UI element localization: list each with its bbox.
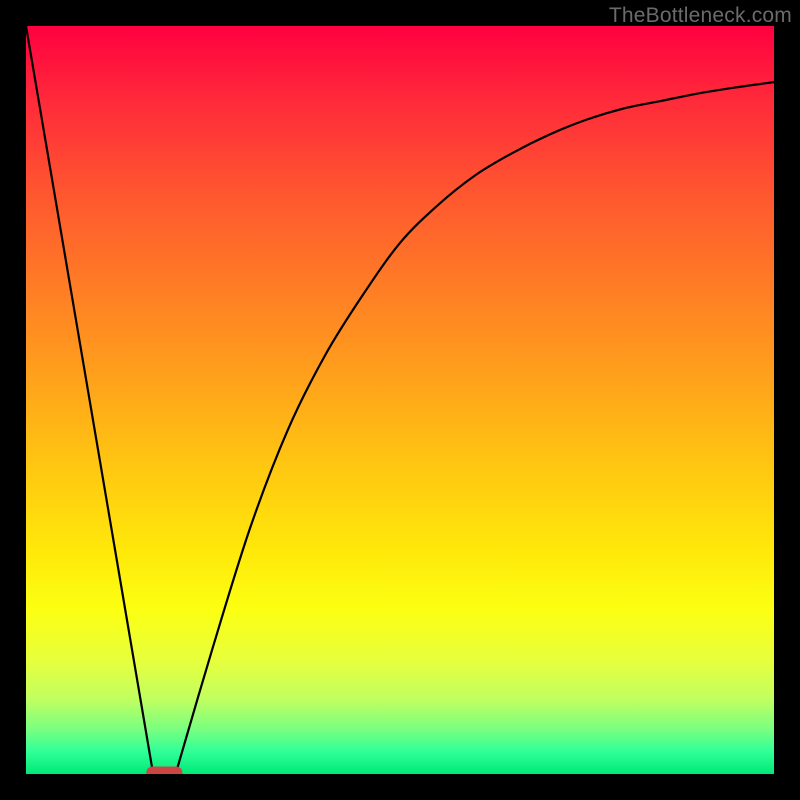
watermark-text: TheBottleneck.com xyxy=(609,4,792,28)
chart-plot-area xyxy=(26,26,774,774)
min-marker xyxy=(146,767,182,775)
right-curve-path xyxy=(176,82,774,774)
left-line-path xyxy=(26,26,153,774)
chart-frame: TheBottleneck.com xyxy=(0,0,800,800)
chart-svg xyxy=(26,26,774,774)
